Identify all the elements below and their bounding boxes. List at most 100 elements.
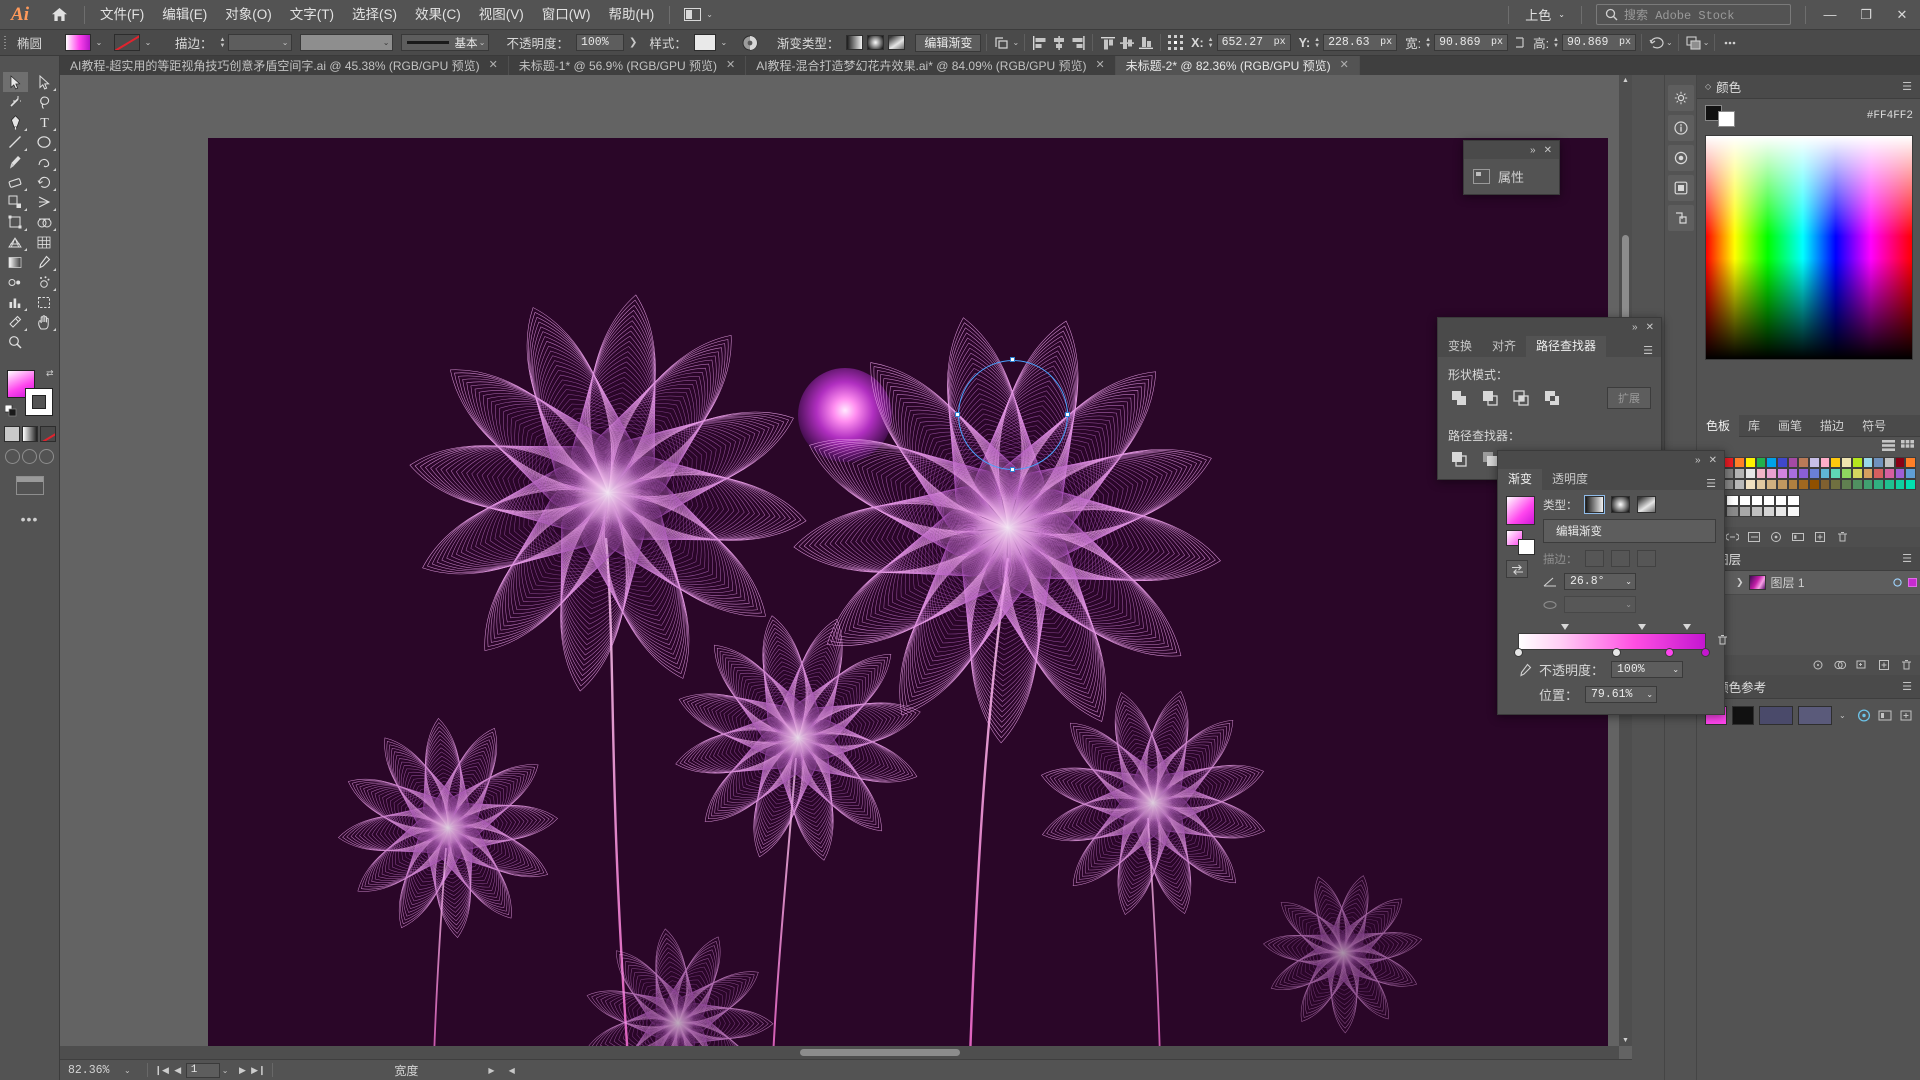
- stroke-weight-field[interactable]: ⌄: [228, 34, 293, 51]
- x-stepper[interactable]: ▲ ▼: [1208, 37, 1214, 49]
- shaper-tool[interactable]: [32, 152, 57, 172]
- stroke-profile-dropdown[interactable]: ⌄: [300, 34, 394, 51]
- anchor-point-top[interactable]: [1010, 357, 1015, 362]
- reference-point-icon[interactable]: [1166, 33, 1185, 52]
- reverse-gradient-icon[interactable]: [1506, 560, 1528, 578]
- gradient-float-header[interactable]: » ✕: [1498, 451, 1724, 469]
- edit-toolbar-icon[interactable]: •••: [21, 511, 39, 527]
- swatch-cell[interactable]: [1883, 457, 1895, 468]
- zoom-level-value[interactable]: 82.36%: [60, 1064, 122, 1077]
- scroll-down-icon[interactable]: ▼: [1619, 1037, 1632, 1044]
- canvas-horizontal-scrollbar[interactable]: [60, 1046, 1619, 1059]
- gradient-mode[interactable]: [21, 426, 38, 442]
- eyedropper-icon[interactable]: [1518, 663, 1532, 677]
- height-stepper[interactable]: ▲ ▼: [1553, 37, 1559, 49]
- artboard-dropdown-icon[interactable]: ⌄: [220, 1066, 235, 1075]
- gradient-stop-2[interactable]: [1664, 648, 1674, 657]
- stroke-across-icon[interactable]: [1636, 550, 1656, 567]
- gradient-aspect-field[interactable]: ⌄: [1564, 596, 1636, 613]
- width-tool[interactable]: [32, 192, 57, 212]
- color-hex-value[interactable]: #FF4FF2: [1867, 110, 1913, 122]
- color-guide-swatch-1[interactable]: [1732, 706, 1754, 725]
- swatch-cell[interactable]: [1787, 457, 1799, 468]
- swatch-cell[interactable]: [1776, 468, 1788, 479]
- swatch-cell[interactable]: [1830, 468, 1842, 479]
- status-back-icon[interactable]: ◀: [495, 1066, 515, 1075]
- control-bar-grip[interactable]: [0, 30, 10, 56]
- color-panel-header[interactable]: ◇ 颜色 ☰: [1697, 75, 1920, 99]
- close-icon[interactable]: ✕: [1646, 322, 1654, 333]
- stroke-weight-stepper[interactable]: ▲ ▼: [220, 37, 226, 49]
- swatch-cell[interactable]: [1726, 506, 1739, 517]
- color-spectrum[interactable]: [1705, 135, 1913, 360]
- document-tab-1[interactable]: AI教程-超实用的等距视角技巧创意矛盾空间字.ai @ 45.38% (RGB/…: [60, 56, 509, 75]
- collapse-icon[interactable]: »: [1530, 145, 1536, 156]
- swatch-cell[interactable]: [1723, 479, 1735, 490]
- symbol-sprayer-tool[interactable]: [32, 272, 57, 292]
- gradient-stop-0[interactable]: [1514, 648, 1523, 657]
- swatch-cell[interactable]: [1862, 479, 1874, 490]
- panel-menu-icon[interactable]: ☰: [1902, 80, 1913, 93]
- full-screen-menubar-mode[interactable]: [22, 449, 37, 464]
- menu-file[interactable]: 文件(F): [91, 0, 153, 30]
- collapse-icon[interactable]: »: [1695, 455, 1701, 466]
- selection-tool[interactable]: [2, 72, 28, 92]
- swatch-cell[interactable]: [1755, 468, 1767, 479]
- swatch-cell[interactable]: [1905, 468, 1917, 479]
- shape-builder-tool[interactable]: [32, 212, 57, 232]
- tab-transparency[interactable]: 透明度: [1542, 469, 1598, 490]
- free-transform-tool[interactable]: [3, 212, 28, 232]
- gradient-angle-field[interactable]: 26.8° ⌄: [1564, 573, 1636, 590]
- panel-collapse-icon[interactable]: ◇: [1705, 82, 1711, 91]
- swatch-cell[interactable]: [1744, 479, 1756, 490]
- layer-name[interactable]: 图层 1: [1771, 574, 1805, 591]
- graphic-styles-rail-icon[interactable]: [1667, 175, 1694, 201]
- swatch-cell[interactable]: [1873, 479, 1884, 490]
- tab-gradient[interactable]: 渐变: [1498, 469, 1543, 490]
- swatch-cell[interactable]: [1809, 479, 1820, 490]
- canvas-area[interactable]: ▲ ▼: [60, 75, 1632, 1059]
- color-guide-swatch-3[interactable]: [1798, 706, 1832, 725]
- appearance-rail-icon[interactable]: [1667, 145, 1694, 171]
- swatch-cell[interactable]: [1762, 506, 1776, 517]
- swatch-cell[interactable]: [1798, 457, 1810, 468]
- menu-window[interactable]: 窗口(W): [533, 0, 600, 30]
- x-field[interactable]: 652.27 px: [1216, 34, 1291, 51]
- swatch-cell[interactable]: [1776, 479, 1788, 490]
- fill-dropdown-icon[interactable]: ⌄: [91, 34, 107, 51]
- status-play-icon[interactable]: ▶: [418, 1066, 494, 1075]
- pathfinder-float-header[interactable]: » ✕: [1438, 318, 1661, 336]
- tab-align[interactable]: 对齐: [1482, 336, 1526, 357]
- gradient-midpoint-1[interactable]: [1638, 624, 1647, 630]
- color-mode[interactable]: [3, 426, 20, 442]
- opacity-field[interactable]: 100%: [576, 34, 624, 51]
- swatch-cell[interactable]: [1755, 457, 1767, 468]
- swatch-cell[interactable]: [1894, 468, 1906, 479]
- panel-menu-icon[interactable]: ☰: [1698, 477, 1724, 490]
- collapse-icon[interactable]: »: [1632, 322, 1638, 333]
- scroll-up-icon[interactable]: ▲: [1619, 77, 1632, 84]
- stroke-along-icon[interactable]: [1610, 550, 1630, 567]
- swatches-grid[interactable]: [1697, 451, 1920, 523]
- horizontal-scroll-thumb[interactable]: [800, 1049, 960, 1056]
- radial-gradient-icon[interactable]: [1610, 496, 1630, 513]
- chevron-down-icon[interactable]: ⌄: [1837, 711, 1846, 720]
- transform-icon[interactable]: [992, 33, 1011, 52]
- line-segment-tool[interactable]: [3, 132, 28, 152]
- gradient-stop-1[interactable]: [1612, 648, 1621, 657]
- swatch-cell[interactable]: [1787, 506, 1800, 517]
- panel-menu-icon[interactable]: ☰: [1902, 552, 1913, 565]
- blend-tool[interactable]: [3, 272, 28, 292]
- rotate-icon[interactable]: [1647, 33, 1666, 52]
- close-icon[interactable]: ✕: [1709, 455, 1717, 466]
- divide-icon[interactable]: [1448, 448, 1470, 470]
- linear-gradient-icon[interactable]: [1583, 495, 1605, 514]
- swatch-cell[interactable]: [1883, 468, 1895, 479]
- swatch-cell[interactable]: [1775, 506, 1788, 517]
- swatch-cell[interactable]: [1775, 495, 1788, 506]
- menu-select[interactable]: 选择(S): [343, 0, 406, 30]
- close-icon[interactable]: ✕: [1340, 60, 1349, 71]
- swatch-cell[interactable]: [1738, 506, 1751, 517]
- gradient-opacity-field[interactable]: 100% ⌄: [1611, 661, 1684, 678]
- ellipse-tool[interactable]: [32, 132, 57, 152]
